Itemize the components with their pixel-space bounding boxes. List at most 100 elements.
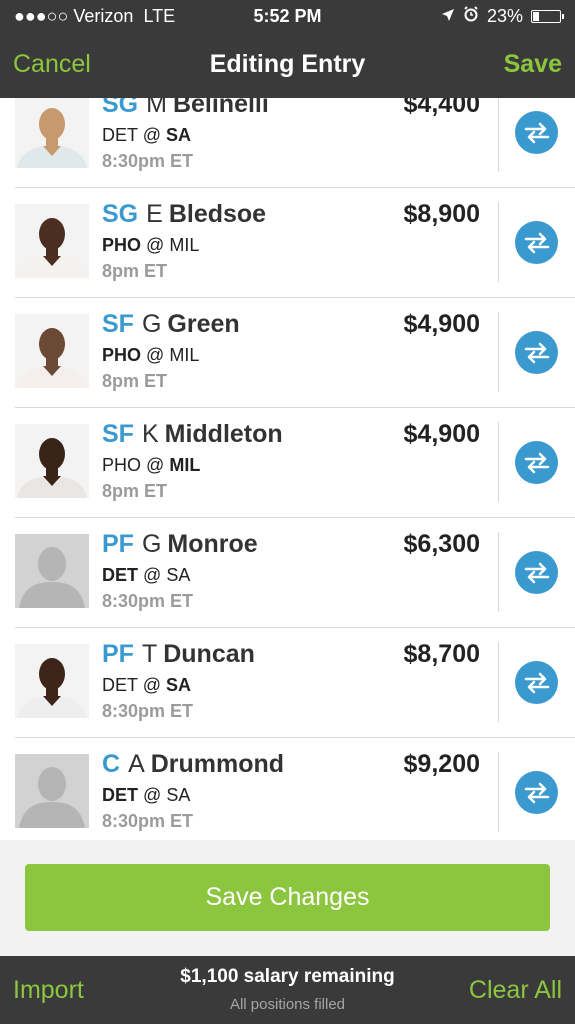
footer-area: Save Changes [0,840,575,956]
player-last-name: Middleton [164,420,283,448]
matchup: DET @ SA [102,785,190,806]
matchup: PHO @ MIL [102,455,200,476]
player-initial: A [128,750,145,778]
matchup: DET @ SA [102,565,190,586]
roster-row-duncan[interactable]: PF T Duncan $8,700 DET @ SA 8:30pm ET [15,628,575,738]
roster-row-middleton[interactable]: SF K Middleton $4,900 PHO @ MIL 8pm ET [15,408,575,518]
player-last-name: Drummond [150,750,285,778]
player-photo-placeholder [15,534,89,608]
row-divider [498,312,499,392]
player-salary: $4,400 [403,98,480,118]
player-name: C A Drummond [102,750,284,779]
row-divider [498,532,499,612]
player-position: SG [102,98,139,118]
matchup: PHO @ MIL [102,345,199,366]
player-photo [15,644,89,718]
swap-player-button[interactable] [515,331,558,374]
player-salary: $9,200 [403,750,480,778]
player-position: C [102,750,121,778]
at-sign: @ [142,675,161,695]
swap-arrows-icon [524,342,549,363]
opponent: SA [166,675,192,695]
battery-percent: 23% [486,6,523,26]
game-time: 8:30pm ET [102,591,194,611]
roster-row-drummond[interactable]: C A Drummond $9,200 DET @ SA 8:30pm ET [15,738,575,840]
game-time: 8pm ET [102,481,168,501]
at-sign: @ [146,455,165,475]
at-sign: @ [146,235,165,255]
game-time: 8:30pm ET [102,701,194,721]
player-photo [15,424,89,498]
swap-player-button[interactable] [515,441,558,484]
swap-arrows-icon [524,562,549,583]
save-changes-button[interactable]: Save Changes [25,864,550,931]
alarm-icon [463,6,479,27]
team: DET [102,785,138,805]
opponent: SA [166,565,191,585]
player-position: SF [102,310,134,338]
opponent: MIL [169,235,200,255]
player-name: SF G Green [102,310,240,339]
swap-player-button[interactable] [515,111,558,154]
player-position: SF [102,420,134,448]
at-sign: @ [142,125,161,145]
player-position: PF [102,640,134,668]
player-name: SG M Belinelli [102,98,269,119]
swap-arrows-icon [524,672,549,693]
swap-arrows-icon [524,232,549,253]
player-photo [15,98,89,168]
roster-row-belinelli[interactable]: SG M Belinelli $4,400 DET @ SA 8:30pm ET [15,98,575,188]
status-bar: ●●●○○ Verizon LTE 5:52 PM 23% [0,0,575,32]
player-name: PF G Monroe [102,530,258,559]
player-photo [15,314,89,388]
roster-row-bledsoe[interactable]: SG E Bledsoe $8,900 PHO @ MIL 8pm ET [15,188,575,298]
player-photo-placeholder [15,754,89,828]
save-button[interactable]: Save [504,50,562,79]
player-initial: K [141,420,159,448]
team: DET [102,565,138,585]
player-last-name: Duncan [163,640,255,668]
player-last-name: Bledsoe [168,200,267,228]
row-divider [498,752,499,832]
opponent: SA [166,125,192,145]
roster-row-green[interactable]: SF G Green $4,900 PHO @ MIL 8pm ET [15,298,575,408]
team: PHO [102,235,142,255]
swap-player-button[interactable] [515,221,558,264]
game-time: 8pm ET [102,261,168,281]
row-divider [498,202,499,282]
opponent: MIL [169,455,201,475]
swap-arrows-icon [524,122,549,143]
player-salary: $4,900 [403,420,480,448]
game-time: 8:30pm ET [102,151,194,171]
player-last-name: Green [167,310,240,338]
bottom-bar: Import $1,100 salary remaining All posit… [0,956,575,1024]
swap-arrows-icon [524,782,549,803]
matchup: DET @ SA [102,675,191,696]
roster-list[interactable]: SG M Belinelli $4,400 DET @ SA 8:30pm ET S… [0,98,575,840]
roster-row-monroe[interactable]: PF G Monroe $6,300 DET @ SA 8:30pm ET [15,518,575,628]
player-initial: G [141,530,162,558]
swap-player-button[interactable] [515,551,558,594]
player-salary: $4,900 [403,310,480,338]
player-initial: M [146,98,167,118]
player-position: PF [102,530,134,558]
player-salary: $6,300 [403,530,480,558]
row-divider [498,422,499,502]
player-name: SF K Middleton [102,420,283,449]
swap-player-button[interactable] [515,661,558,704]
player-last-name: Belinelli [172,98,269,118]
game-time: 8:30pm ET [102,811,194,831]
player-name: PF T Duncan [102,640,255,669]
team: PHO [102,455,142,475]
opponent: SA [166,785,191,805]
player-last-name: Monroe [167,530,258,558]
battery-icon [531,10,564,23]
row-divider [498,98,499,172]
player-initial: E [146,200,163,228]
clear-all-button[interactable]: Clear All [469,976,562,1005]
swap-arrows-icon [524,452,549,473]
team: PHO [102,345,142,365]
swap-player-button[interactable] [515,771,558,814]
row-divider [498,642,499,722]
at-sign: @ [146,345,165,365]
